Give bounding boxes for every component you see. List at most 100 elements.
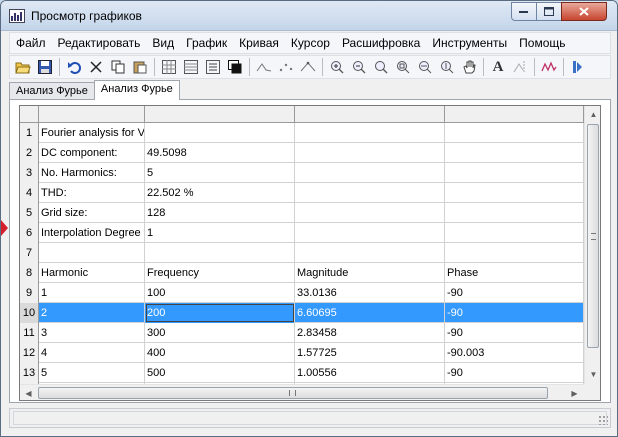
zoom-out-icon[interactable] bbox=[348, 57, 370, 77]
splitter-marker-icon[interactable] bbox=[1, 220, 8, 236]
grid-cell[interactable]: 1 bbox=[39, 283, 145, 303]
grid-cell[interactable] bbox=[445, 203, 584, 223]
grid-cell[interactable]: 2 bbox=[39, 303, 145, 323]
menu-plot[interactable]: График bbox=[180, 33, 233, 53]
table-row[interactable]: 2 DC component: 49.5098 bbox=[20, 143, 584, 163]
table-row[interactable]: 8 Harmonic Frequency Magnitude Phase bbox=[20, 263, 584, 283]
grid-cell[interactable]: 500 bbox=[145, 363, 295, 383]
grid-cell[interactable]: Phase bbox=[445, 263, 584, 283]
zoom-x-icon[interactable] bbox=[414, 57, 436, 77]
grid-cell[interactable]: 300 bbox=[145, 323, 295, 343]
horizontal-scrollbar[interactable]: ◀ ▶ bbox=[20, 384, 584, 400]
vertical-scroll-thumb[interactable] bbox=[587, 124, 599, 348]
grid-cell[interactable]: Magnitude bbox=[295, 263, 445, 283]
open-folder-icon[interactable] bbox=[12, 57, 34, 77]
column-header[interactable] bbox=[295, 106, 445, 122]
menu-tools[interactable]: Инструменты bbox=[426, 33, 513, 53]
grid-cell[interactable]: No. Harmonics: bbox=[39, 163, 145, 183]
scroll-left-icon[interactable]: ◀ bbox=[20, 385, 37, 400]
row-header[interactable]: 1 bbox=[20, 123, 39, 143]
grid-cell[interactable]: Fourier analysis for V bbox=[39, 123, 145, 143]
grid-cell[interactable]: 6.60695 bbox=[295, 303, 445, 323]
menu-decode[interactable]: Расшифровка bbox=[336, 33, 426, 53]
table-row[interactable]: 10 2 200 6.60695 -90 bbox=[20, 303, 584, 323]
grid-cell[interactable] bbox=[295, 203, 445, 223]
row-header[interactable]: 6 bbox=[20, 223, 39, 243]
copy-icon[interactable] bbox=[107, 57, 129, 77]
table-row[interactable]: 6 Interpolation Degree 1 bbox=[20, 223, 584, 243]
wave-icon[interactable] bbox=[253, 57, 275, 77]
column-header[interactable] bbox=[145, 106, 295, 122]
table-row[interactable]: 7 bbox=[20, 243, 584, 263]
grid-icon[interactable] bbox=[158, 57, 180, 77]
cut-icon[interactable] bbox=[85, 57, 107, 77]
grid-cell[interactable] bbox=[445, 183, 584, 203]
scroll-down-icon[interactable]: ▼ bbox=[585, 366, 600, 383]
column-header[interactable] bbox=[445, 106, 584, 122]
grid-cell[interactable]: 49.5098 bbox=[145, 143, 295, 163]
row-header[interactable]: 4 bbox=[20, 183, 39, 203]
menu-view[interactable]: Вид bbox=[146, 33, 180, 53]
grid-cell[interactable]: -90 bbox=[445, 303, 584, 323]
column-header[interactable] bbox=[39, 106, 145, 122]
corner-header[interactable] bbox=[20, 106, 39, 122]
row-header[interactable]: 10 bbox=[20, 303, 39, 323]
row-header[interactable]: 11 bbox=[20, 323, 39, 343]
grid-cell[interactable] bbox=[295, 223, 445, 243]
menu-curve[interactable]: Кривая bbox=[233, 33, 285, 53]
grid-cell[interactable]: 4 bbox=[39, 343, 145, 363]
scroll-right-icon[interactable]: ▶ bbox=[566, 385, 583, 400]
undo-icon[interactable] bbox=[63, 57, 85, 77]
grid-cell[interactable] bbox=[445, 243, 584, 263]
window-icon[interactable] bbox=[224, 57, 246, 77]
grid-cell[interactable]: THD: bbox=[39, 183, 145, 203]
grid-cell[interactable]: DC component: bbox=[39, 143, 145, 163]
grid-cell[interactable]: 3 bbox=[39, 323, 145, 343]
table-icon[interactable] bbox=[180, 57, 202, 77]
grid-cell[interactable] bbox=[445, 163, 584, 183]
grid-cell[interactable]: 1 bbox=[145, 223, 295, 243]
grid-cell[interactable]: -90 bbox=[445, 323, 584, 343]
save-icon[interactable] bbox=[34, 57, 56, 77]
list-icon[interactable] bbox=[202, 57, 224, 77]
grid-cell[interactable]: 5 bbox=[39, 363, 145, 383]
title-bar[interactable]: Просмотр графиков bbox=[1, 1, 617, 31]
row-header[interactable]: 7 bbox=[20, 243, 39, 263]
grid-cell[interactable] bbox=[295, 123, 445, 143]
grid-cell[interactable]: 5 bbox=[145, 163, 295, 183]
dots-icon[interactable] bbox=[275, 57, 297, 77]
zoom-in-icon[interactable] bbox=[326, 57, 348, 77]
grid-cell[interactable]: Grid size: bbox=[39, 203, 145, 223]
grid-cell[interactable] bbox=[295, 243, 445, 263]
grid-cell[interactable]: -90 bbox=[445, 283, 584, 303]
grid-cell[interactable] bbox=[295, 143, 445, 163]
zoom-fit-icon[interactable] bbox=[392, 57, 414, 77]
grid-cell[interactable]: Harmonic bbox=[39, 263, 145, 283]
grid-cell[interactable] bbox=[145, 243, 295, 263]
row-header[interactable]: 13 bbox=[20, 363, 39, 383]
grid-cell[interactable] bbox=[445, 143, 584, 163]
grid-cell[interactable]: 200 bbox=[145, 303, 295, 323]
table-row[interactable]: 9 1 100 33.0136 -90 bbox=[20, 283, 584, 303]
scroll-up-icon[interactable]: ▲ bbox=[585, 106, 600, 123]
menu-cursor[interactable]: Курсор bbox=[285, 33, 336, 53]
grid-cell[interactable]: 128 bbox=[145, 203, 295, 223]
vertical-scrollbar[interactable]: ▲ ▼ bbox=[584, 106, 600, 384]
row-header[interactable]: 5 bbox=[20, 203, 39, 223]
row-header[interactable]: 9 bbox=[20, 283, 39, 303]
grid-cell[interactable] bbox=[145, 123, 295, 143]
grid-cell[interactable] bbox=[445, 123, 584, 143]
grid-cell[interactable]: 100 bbox=[145, 283, 295, 303]
row-header[interactable]: 3 bbox=[20, 163, 39, 183]
wave-icon-2[interactable] bbox=[538, 57, 560, 77]
grid-cell[interactable]: -90.003 bbox=[445, 343, 584, 363]
maximize-button[interactable] bbox=[536, 2, 562, 21]
tab-fourier-analysis[interactable]: Анализ Фурье bbox=[9, 82, 95, 100]
menu-file[interactable]: Файл bbox=[10, 33, 52, 53]
minimize-button[interactable] bbox=[511, 2, 537, 21]
peaks-icon[interactable] bbox=[297, 57, 319, 77]
next-icon[interactable] bbox=[567, 57, 589, 77]
pan-hand-icon[interactable] bbox=[458, 57, 480, 77]
grid-cell[interactable] bbox=[445, 223, 584, 243]
grid-cell[interactable]: 400 bbox=[145, 343, 295, 363]
